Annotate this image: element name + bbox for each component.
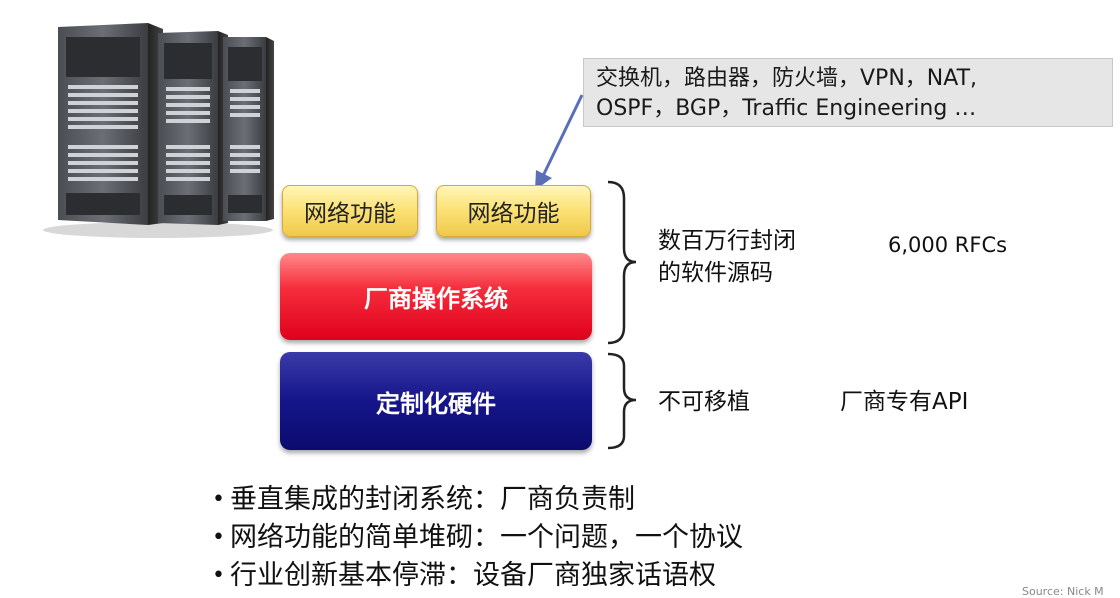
callout-line-2: OSPF，BGP，Traffic Engineering … [596, 96, 977, 121]
callout-arrow-icon [535, 94, 584, 190]
callout-line-1: 交换机，路由器，防火墙，VPN，NAT, [596, 66, 978, 91]
protocol-callout: 交换机，路由器，防火墙，VPN，NAT, OSPF，BGP，Traffic En… [583, 58, 1113, 127]
server-rack-2 [158, 31, 228, 225]
not-portable-text: 不可移植 [658, 389, 750, 415]
rfc-count-text: 6,000 RFCs [888, 233, 1008, 257]
network-function-box-1: 网络功能 [282, 185, 418, 237]
software-brace-icon [607, 180, 637, 345]
bullet-item: • 网络功能的简单堆砌：一个问题，一个协议 [212, 519, 743, 557]
network-function-box-2: 网络功能 [436, 185, 591, 237]
vendor-os-box: 厂商操作系统 [280, 253, 592, 340]
summary-bullet-list: • 垂直集成的封闭系统：厂商负责制 • 网络功能的简单堆砌：一个问题，一个协议 • 行… [212, 481, 743, 595]
bullet-dot-icon: • [212, 487, 225, 512]
bullet-dot-icon: • [212, 525, 225, 550]
source-credit: Source: Nick M [1022, 585, 1104, 598]
closed-source-text-line2: 的软件源码 [658, 260, 773, 286]
server-rack-1 [58, 23, 163, 225]
server-rack-3 [223, 37, 274, 221]
server-racks-image [43, 23, 274, 238]
bullet-item: • 垂直集成的封闭系统：厂商负责制 [212, 481, 743, 519]
hardware-brace-icon [607, 352, 637, 450]
custom-hardware-box: 定制化硬件 [280, 352, 592, 450]
bullet-item: • 行业创新基本停滞：设备厂商独家话语权 [212, 557, 743, 595]
closed-source-text-line1: 数百万行封闭 [658, 228, 796, 254]
bullet-dot-icon: • [212, 563, 225, 588]
vendor-api-text: 厂商专有API [840, 389, 969, 415]
